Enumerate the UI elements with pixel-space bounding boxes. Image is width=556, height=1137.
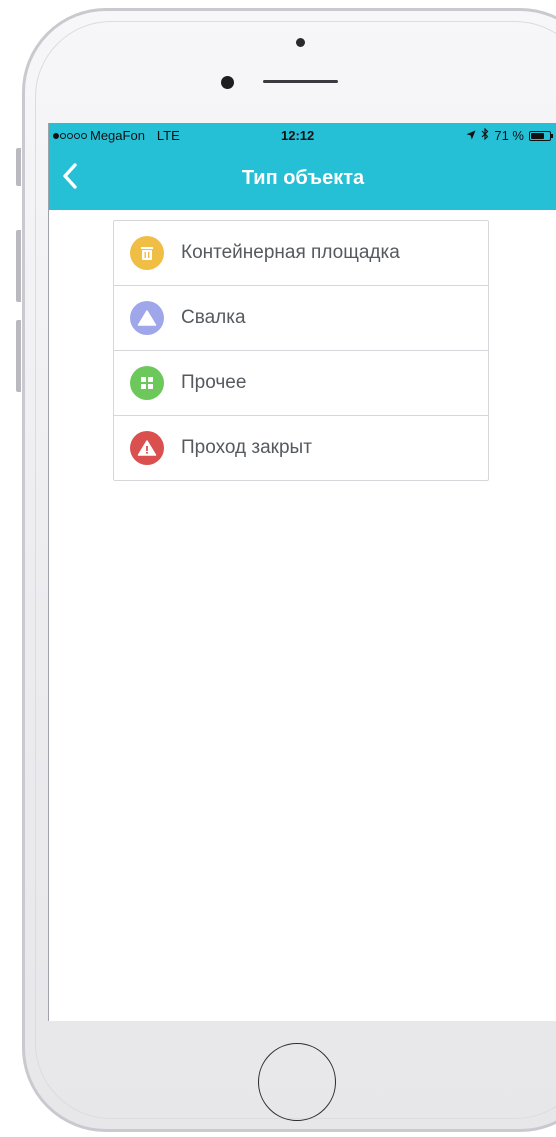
signal-strength-icon xyxy=(53,132,87,139)
warning-icon xyxy=(130,431,164,465)
bluetooth-icon xyxy=(481,127,489,143)
volume-down-button xyxy=(16,320,21,392)
volume-up-button xyxy=(16,230,21,302)
carrier-name: MegaFon xyxy=(90,128,145,143)
front-camera xyxy=(221,76,234,89)
object-type-passage-closed[interactable]: Проход закрыт xyxy=(114,416,488,480)
status-bar: MegaFon LTE 12:12 71 % xyxy=(49,123,556,147)
navigation-bar: Тип объекта xyxy=(49,147,556,210)
location-arrow-icon xyxy=(466,128,476,143)
object-type-other[interactable]: Прочее xyxy=(114,351,488,416)
device-mockup: MegaFon LTE 12:12 71 % Тип объекта Конте… xyxy=(0,0,556,1137)
network-type: LTE xyxy=(156,128,180,143)
grid-icon xyxy=(130,366,164,400)
battery-percent: 71 % xyxy=(494,128,524,143)
app-screen: MegaFon LTE 12:12 71 % Тип объекта Конте… xyxy=(48,123,556,1021)
object-type-label: Проход закрыт xyxy=(181,437,312,458)
page-title: Тип объекта xyxy=(241,167,365,189)
object-type-label: Прочее xyxy=(181,372,247,393)
mute-switch xyxy=(16,148,21,186)
object-type-list: Контейнерная площадка Свалка Прочее Прох… xyxy=(113,220,489,481)
object-type-container-site[interactable]: Контейнерная площадка xyxy=(114,221,488,286)
home-button[interactable] xyxy=(258,1043,336,1121)
battery-icon xyxy=(529,130,553,141)
object-type-label: Контейнерная площадка xyxy=(181,242,400,263)
object-type-label: Свалка xyxy=(181,307,246,328)
container-icon xyxy=(130,236,164,270)
object-type-dump[interactable]: Свалка xyxy=(114,286,488,351)
proximity-sensor xyxy=(296,38,305,47)
earpiece-speaker xyxy=(263,80,338,83)
status-time: 12:12 xyxy=(281,128,315,143)
triangle-icon xyxy=(130,301,164,335)
